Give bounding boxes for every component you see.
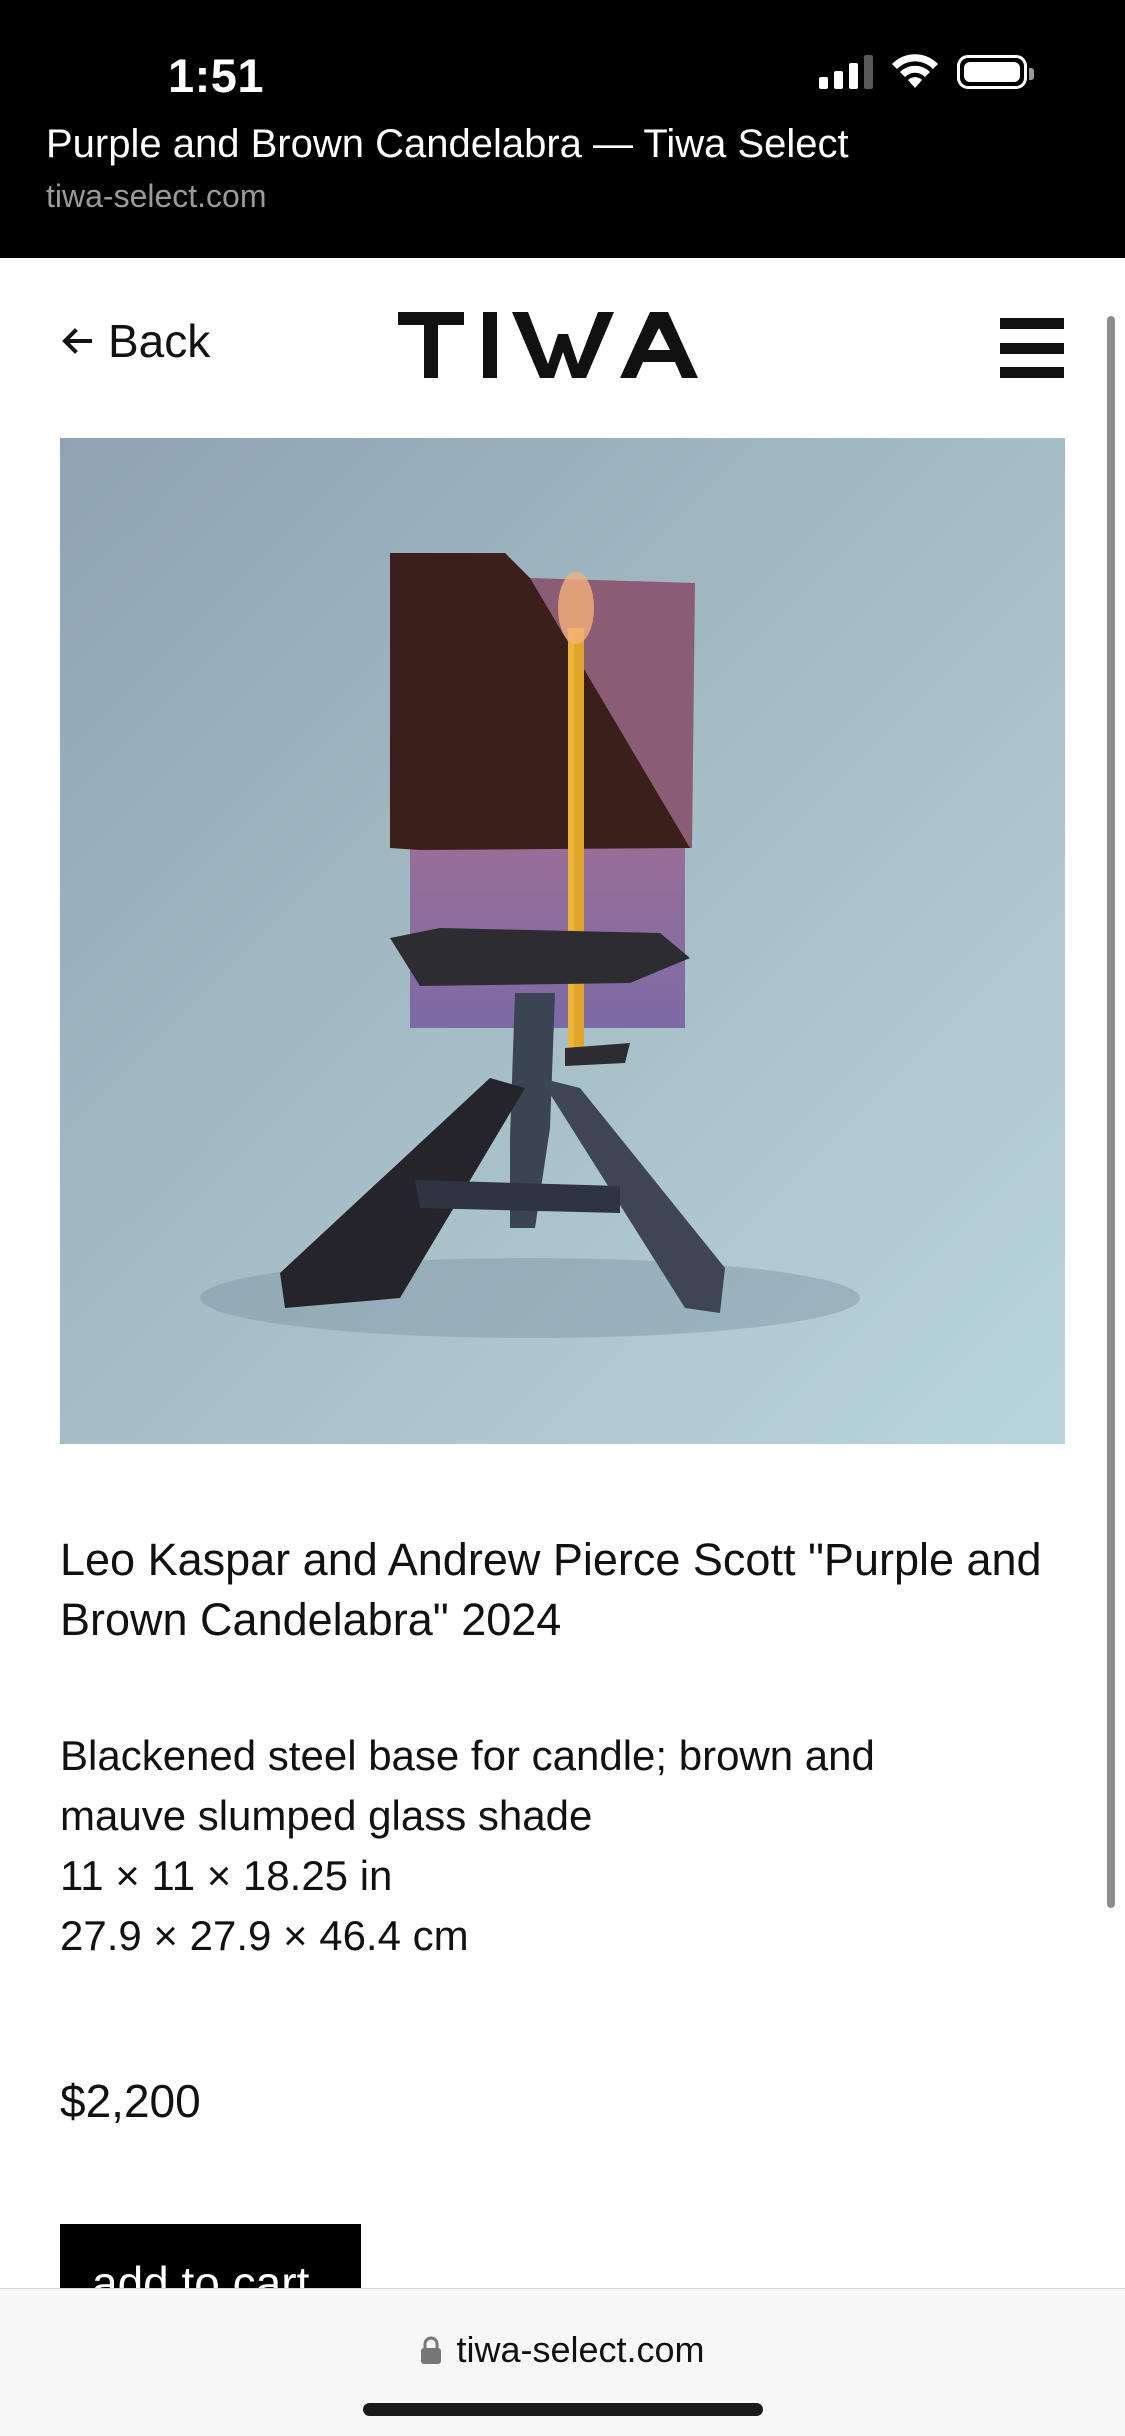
home-indicator[interactable] xyxy=(363,2403,763,2416)
description-line: Blackened steel base for candle; brown a… xyxy=(60,1732,875,1779)
dimensions-cm: 27.9 × 27.9 × 46.4 cm xyxy=(60,1912,469,1959)
status-icons xyxy=(819,54,1034,90)
hamburger-menu-icon[interactable] xyxy=(1000,318,1064,378)
address-bar-url: tiwa-select.com xyxy=(456,2329,705,2370)
tiwa-logo[interactable] xyxy=(398,304,728,384)
product-title: Leo Kaspar and Andrew Pierce Scott "Purp… xyxy=(60,1534,1042,1645)
browser-top-chrome: 1:51 Purple and Brown Candelabra — Tiwa … xyxy=(0,0,1125,258)
lock-icon xyxy=(421,2336,442,2364)
cellular-signal-icon xyxy=(819,55,873,89)
back-label: Back xyxy=(108,315,211,367)
arrow-left-icon xyxy=(62,328,92,354)
back-button[interactable]: Back xyxy=(60,314,210,368)
product-price: $2,200 xyxy=(60,2075,201,2127)
battery-icon xyxy=(957,55,1034,89)
browser-page-domain: tiwa-select.com xyxy=(46,178,267,214)
description-line: mauve slumped glass shade xyxy=(60,1792,593,1839)
status-time: 1:51 xyxy=(168,49,265,102)
address-bar[interactable]: tiwa-select.com xyxy=(0,2329,1125,2371)
browser-page-title: Purple and Brown Candelabra — Tiwa Selec… xyxy=(46,122,849,166)
browser-bottom-bar: tiwa-select.com xyxy=(0,2288,1125,2436)
product-image xyxy=(60,438,1065,1444)
wifi-icon xyxy=(892,54,938,88)
dimensions-inches: 11 × 11 × 18.25 in xyxy=(60,1852,393,1899)
scrollbar[interactable] xyxy=(1107,316,1115,1908)
product-description: Blackened steel base for candle; brown a… xyxy=(60,1726,1060,1966)
